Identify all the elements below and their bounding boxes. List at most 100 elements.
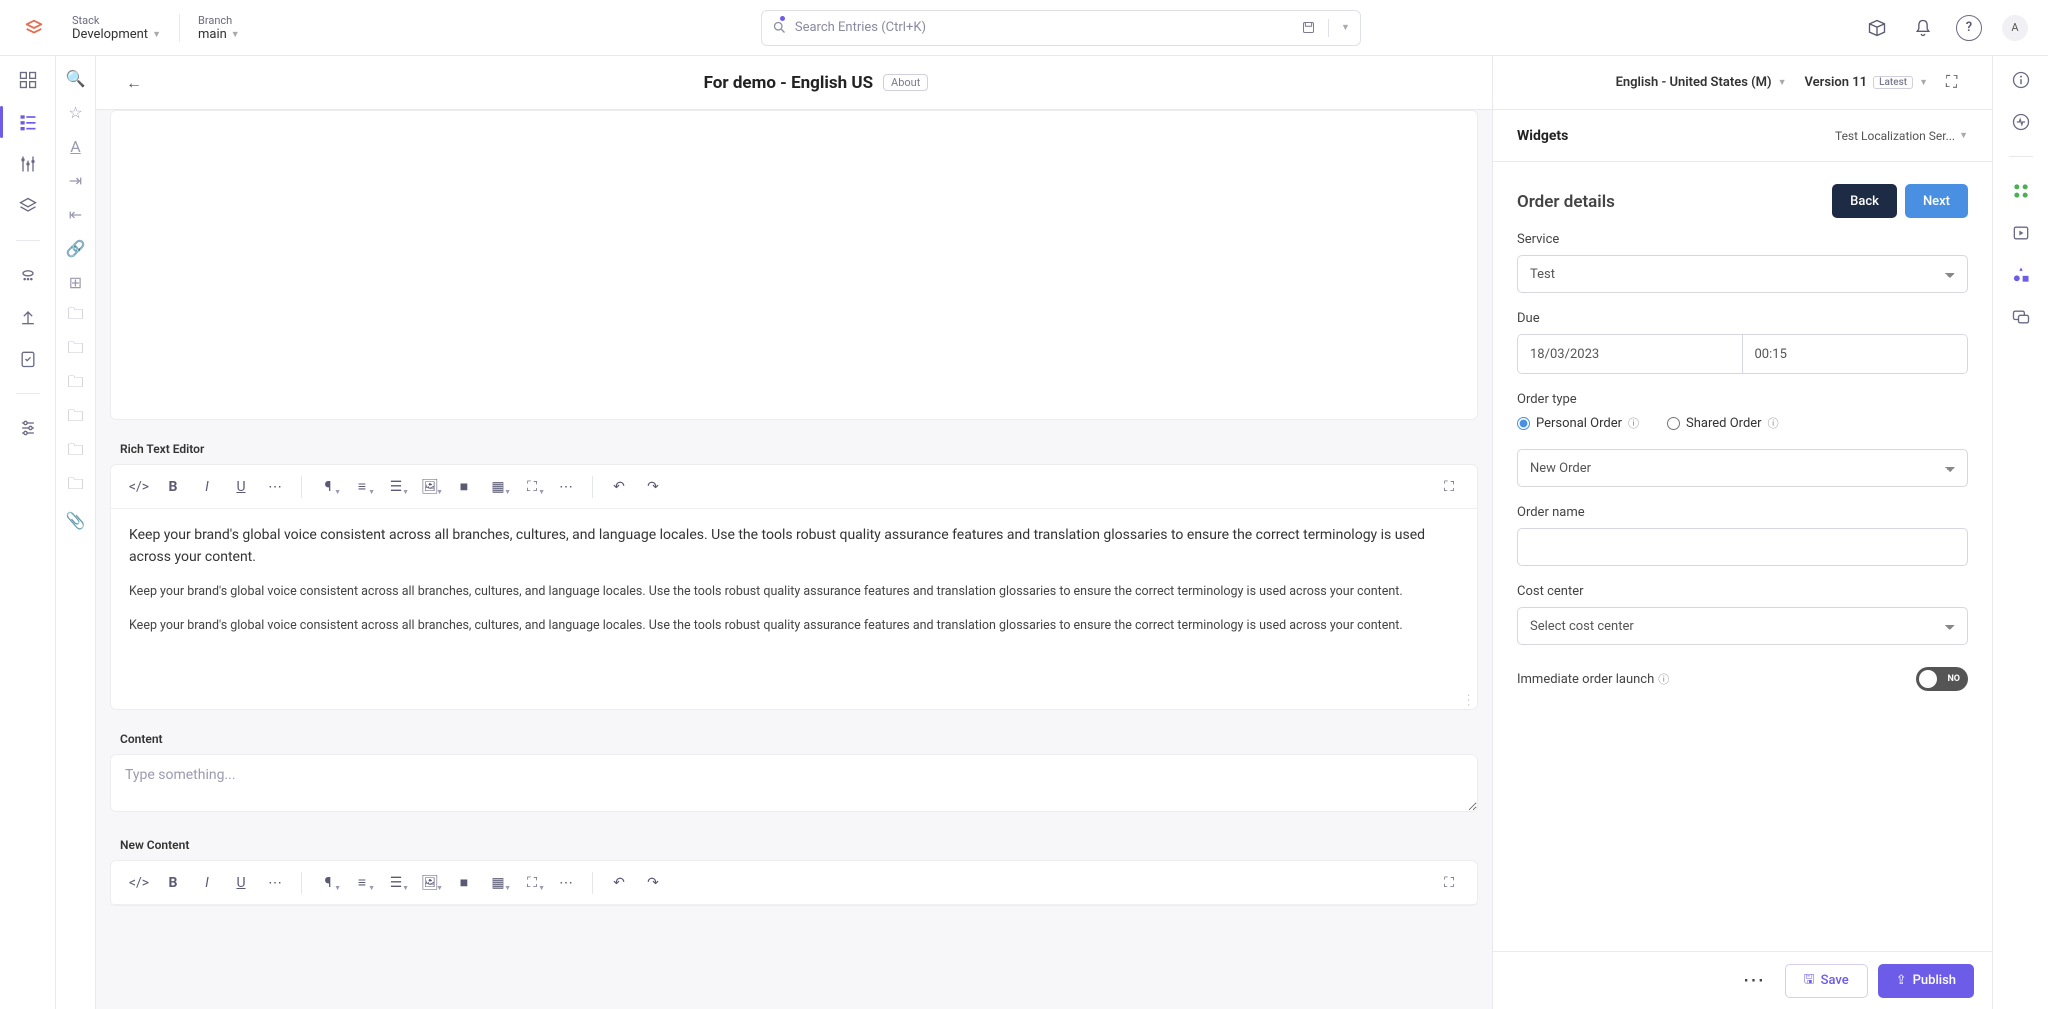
table-icon[interactable]: ▦▼ [484, 869, 512, 897]
code-icon[interactable]: </> [125, 473, 153, 501]
branch-selector[interactable]: main▼ [198, 27, 240, 42]
releases-icon[interactable] [16, 305, 40, 329]
settings-icon[interactable] [16, 416, 40, 440]
align-icon[interactable]: ≡▼ [348, 473, 376, 501]
undo-icon[interactable]: ↶ [605, 869, 633, 897]
publish-icon: ⇪ [1896, 973, 1907, 988]
folder-icon[interactable]: 🗀 [68, 308, 84, 324]
attachment-icon[interactable]: 📎 [68, 512, 84, 528]
activity-icon[interactable] [2009, 110, 2033, 134]
paragraph-icon[interactable]: ¶▼ [314, 869, 342, 897]
due-time-input[interactable] [1743, 335, 1968, 373]
exit-left-icon[interactable]: ⇤ [68, 206, 84, 222]
more-format-icon[interactable]: ⋯ [261, 473, 289, 501]
undo-icon[interactable]: ↶ [605, 473, 633, 501]
back-arrow-icon[interactable]: ← [120, 69, 148, 97]
rte-content[interactable]: Keep your brand's global voice consisten… [111, 509, 1477, 709]
redo-icon[interactable]: ↷ [639, 473, 667, 501]
underline-icon[interactable]: U [227, 473, 255, 501]
order-kind-select[interactable]: New Order [1517, 449, 1968, 487]
rich-text-editor: </> B I U ⋯ ¶▼ ≡▼ ☰▼ 🖼▼ ■ ▦▼ ⛶ [110, 464, 1478, 710]
folder-icon[interactable]: 🗀 [68, 376, 84, 392]
stack-selector[interactable]: Development▼ [72, 27, 161, 42]
save-button[interactable]: 🖫Save [1785, 964, 1868, 998]
code-icon[interactable]: </> [125, 869, 153, 897]
dashboard-icon[interactable] [16, 68, 40, 92]
fullscreen-icon[interactable]: ⛶ [1435, 869, 1463, 897]
about-badge[interactable]: About [883, 74, 928, 91]
fullscreen-icon[interactable]: ⛶ [1435, 473, 1463, 501]
preview-icon[interactable] [2009, 221, 2033, 245]
next-button[interactable]: Next [1905, 184, 1968, 218]
folder-icon[interactable]: 🗀 [68, 410, 84, 426]
exit-right-icon[interactable]: ⇥ [68, 172, 84, 188]
entries-icon[interactable] [16, 110, 40, 134]
info-icon[interactable] [2009, 68, 2033, 92]
immediate-launch-toggle[interactable]: NO [1916, 667, 1968, 691]
image-icon[interactable]: 🖼▼ [416, 473, 444, 501]
italic-icon[interactable]: I [193, 473, 221, 501]
embed-icon[interactable]: ⛶▼ [518, 869, 546, 897]
grid-icon[interactable]: ⊞ [68, 274, 84, 290]
table-icon[interactable]: ▦▼ [484, 473, 512, 501]
image-icon[interactable]: 🖼▼ [416, 869, 444, 897]
bold-icon[interactable]: B [159, 473, 187, 501]
box-icon[interactable] [1864, 15, 1890, 41]
link-icon[interactable]: 🔗 [68, 240, 84, 256]
redo-icon[interactable]: ↷ [639, 869, 667, 897]
folder-icon[interactable]: 🗀 [68, 342, 84, 358]
bell-icon[interactable] [1910, 15, 1936, 41]
rte-paragraph: Keep your brand's global voice consisten… [129, 616, 1459, 635]
folder-icon[interactable]: 🗀 [68, 444, 84, 460]
widgets-rail-icon[interactable] [2009, 263, 2033, 287]
shared-order-radio[interactable]: Shared Order ⓘ [1667, 415, 1779, 431]
order-name-input[interactable] [1517, 528, 1968, 566]
publish-queue-icon[interactable] [16, 263, 40, 287]
cost-center-label: Cost center [1517, 584, 1968, 599]
italic-icon[interactable]: I [193, 869, 221, 897]
due-date-input[interactable] [1518, 335, 1743, 373]
models-icon[interactable] [16, 152, 40, 176]
save-shortcut-icon[interactable] [1301, 20, 1316, 35]
more-insert-icon[interactable]: ⋯ [552, 869, 580, 897]
paragraph-icon[interactable]: ¶▼ [314, 473, 342, 501]
version-selector[interactable]: Version 11 Latest▼ [1805, 75, 1929, 90]
more-format-icon[interactable]: ⋯ [261, 869, 289, 897]
list-icon[interactable]: ☰▼ [382, 473, 410, 501]
search-box[interactable]: ▼ [761, 10, 1361, 46]
search-input[interactable] [795, 20, 1301, 35]
tasks-icon[interactable] [16, 347, 40, 371]
publish-button[interactable]: ⇪Publish [1878, 964, 1974, 998]
list-icon[interactable]: ☰▼ [382, 869, 410, 897]
workflow-icon[interactable] [2009, 179, 2033, 203]
video-icon[interactable]: ■ [450, 473, 478, 501]
bold-icon[interactable]: B [159, 869, 187, 897]
comments-icon[interactable] [2009, 305, 2033, 329]
search-icon[interactable]: 🔍 [68, 70, 84, 86]
widgets-title: Widgets [1517, 128, 1568, 144]
layers-icon[interactable] [16, 194, 40, 218]
service-select[interactable]: Test [1517, 255, 1968, 293]
chevron-down-icon[interactable]: ▼ [1341, 22, 1350, 33]
video-icon[interactable]: ■ [450, 869, 478, 897]
avatar[interactable]: A [2002, 15, 2028, 41]
expand-icon[interactable]: ⛶ [1946, 72, 1968, 94]
personal-order-radio[interactable]: Personal Order ⓘ [1517, 415, 1639, 431]
rte-toolbar: </> B I U ⋯ ¶▼ ≡▼ ☰▼ 🖼▼ ■ ▦▼ ⛶ [111, 465, 1477, 509]
widgets-panel: English - United States (M)▼ Version 11 … [1492, 56, 1992, 1009]
folder-icon[interactable]: 🗀 [68, 478, 84, 494]
more-actions-icon[interactable]: ⋯ [1735, 968, 1775, 993]
cost-center-select[interactable]: Select cost center [1517, 607, 1968, 645]
content-textarea[interactable] [110, 754, 1478, 812]
top-actions: ? A [1864, 15, 2028, 41]
align-icon[interactable]: ≡▼ [348, 869, 376, 897]
back-button[interactable]: Back [1832, 184, 1897, 218]
help-icon[interactable]: ? [1956, 15, 1982, 41]
star-icon[interactable]: ☆ [68, 104, 84, 120]
embed-icon[interactable]: ⛶▼ [518, 473, 546, 501]
widget-service-selector[interactable]: Test Localization Ser... ▼ [1835, 129, 1968, 143]
underline-icon[interactable]: U [227, 869, 255, 897]
text-icon[interactable]: A [68, 138, 84, 154]
language-selector[interactable]: English - United States (M)▼ [1616, 75, 1787, 90]
more-insert-icon[interactable]: ⋯ [552, 473, 580, 501]
